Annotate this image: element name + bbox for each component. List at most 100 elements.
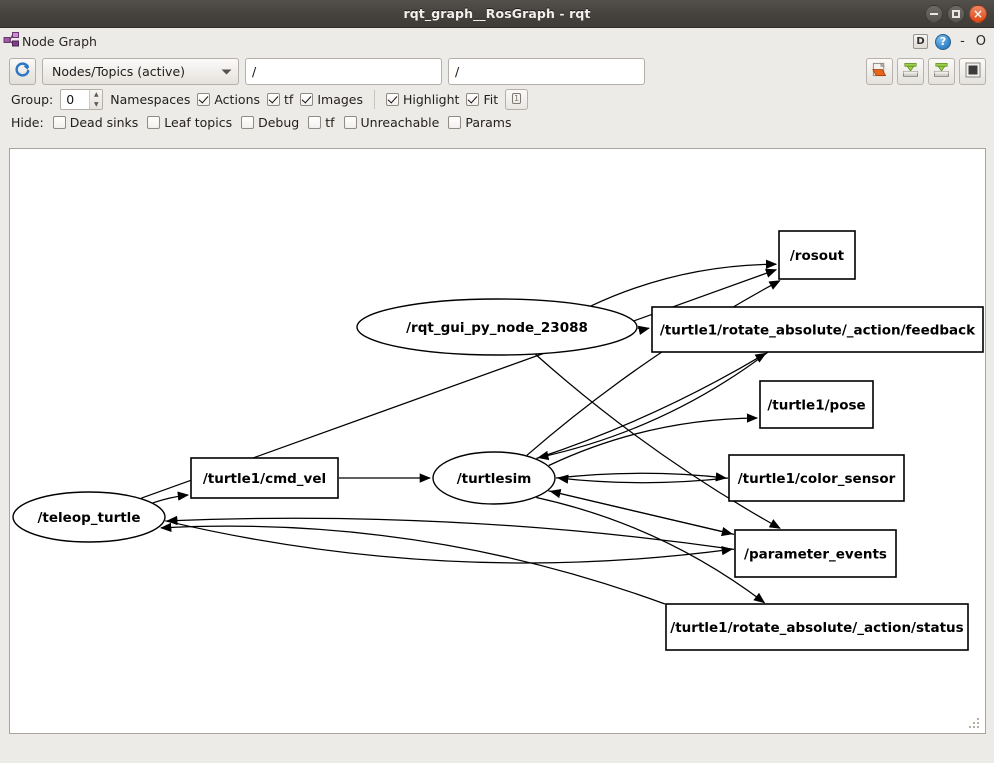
chevron-down-icon bbox=[221, 64, 232, 79]
graph-edge-rqt_gui-to-feedback[interactable] bbox=[638, 328, 649, 329]
params-label: Params bbox=[465, 115, 511, 130]
toggle-dark-button[interactable] bbox=[959, 58, 986, 85]
graph-node-turtlesim[interactable]: /turtlesim bbox=[433, 452, 555, 504]
plugin-actions: D ? - O bbox=[913, 34, 988, 50]
maximize-button[interactable] bbox=[947, 5, 965, 23]
graph-node-color_sensor[interactable]: /turtle1/color_sensor bbox=[729, 455, 904, 501]
images-label: Images bbox=[317, 92, 363, 107]
graph-node-status[interactable]: /turtle1/rotate_absolute/_action/status bbox=[666, 604, 968, 650]
graph-hide-row: Hide: Dead sinks Leaf topics Debug tf Un… bbox=[0, 110, 994, 130]
fit-checkbox[interactable] bbox=[466, 93, 479, 106]
save-dot-button[interactable] bbox=[897, 58, 924, 85]
help-icon[interactable]: ? bbox=[935, 34, 951, 50]
plugin-close-button[interactable]: O bbox=[974, 34, 988, 49]
images-checkbox[interactable] bbox=[300, 93, 313, 106]
toolbar-action-buttons bbox=[866, 58, 986, 85]
graph-toolbar: Nodes/Topics (active) / / bbox=[0, 55, 994, 85]
hide-tf-checkbox[interactable] bbox=[308, 116, 321, 129]
graph-node-feedback[interactable]: /turtle1/rotate_absolute/_action/feedbac… bbox=[652, 307, 983, 352]
save-image-icon bbox=[933, 62, 950, 82]
graph-node-label: /rqt_gui_py_node_23088 bbox=[406, 320, 588, 336]
folder-open-icon bbox=[871, 62, 888, 82]
spin-up-icon[interactable]: ▲ bbox=[90, 90, 102, 100]
checkbox-fit[interactable]: Fit bbox=[466, 92, 498, 107]
leaf-topics-checkbox[interactable] bbox=[147, 116, 160, 129]
graph-edge-status-to-teleop_turtle[interactable] bbox=[161, 526, 665, 604]
graph-edge-turtlesim-to-pose[interactable] bbox=[549, 418, 757, 466]
graph-node-pose[interactable]: /turtle1/pose bbox=[760, 381, 873, 428]
checkbox-images[interactable]: Images bbox=[300, 92, 363, 107]
checkbox-unreachable[interactable]: Unreachable bbox=[344, 115, 440, 130]
fit-label: Fit bbox=[483, 92, 498, 107]
graph-edge-turtlesim-to-feedback[interactable] bbox=[536, 353, 765, 458]
checkbox-debug[interactable]: Debug bbox=[241, 115, 299, 130]
node-filter-input[interactable]: / bbox=[448, 58, 645, 85]
graph-type-combo[interactable]: Nodes/Topics (active) bbox=[42, 58, 239, 85]
plugin-title-group: Node Graph bbox=[3, 31, 97, 52]
dead-sinks-checkbox[interactable] bbox=[53, 116, 66, 129]
graph-node-label: /rosout bbox=[790, 248, 845, 264]
checkbox-params[interactable]: Params bbox=[448, 115, 511, 130]
graph-node-label: /turtle1/rotate_absolute/_action/feedbac… bbox=[660, 323, 976, 339]
node-graph-icon bbox=[3, 31, 20, 52]
checkbox-tf[interactable]: tf bbox=[267, 92, 293, 107]
checkbox-leaf-topics[interactable]: Leaf topics bbox=[147, 115, 232, 130]
group-spinbox[interactable]: 0 ▲ ▼ bbox=[60, 89, 103, 110]
graph-node-rqt_gui[interactable]: /rqt_gui_py_node_23088 bbox=[357, 299, 637, 355]
zoom-reset-button[interactable]: 1 bbox=[505, 89, 528, 110]
refresh-button[interactable] bbox=[9, 58, 36, 85]
tf-checkbox[interactable] bbox=[267, 93, 280, 106]
dead-sinks-label: Dead sinks bbox=[70, 115, 139, 130]
graph-node-label: /turtlesim bbox=[457, 471, 532, 487]
graph-edge-rqt_gui-to-parameter_events[interactable] bbox=[536, 355, 780, 529]
highlight-label: Highlight bbox=[403, 92, 459, 107]
group-value: 0 bbox=[66, 92, 74, 107]
window-controls: × bbox=[925, 5, 987, 23]
actions-label: Actions bbox=[214, 92, 260, 107]
graph-node-rosout[interactable]: /rosout bbox=[779, 231, 855, 279]
graph-edge-feedback-to-turtlesim[interactable] bbox=[538, 352, 767, 457]
graph-edge-teleop_turtle-to-parameter_events[interactable] bbox=[165, 521, 732, 563]
minimize-button[interactable] bbox=[925, 5, 943, 23]
actions-checkbox[interactable] bbox=[197, 93, 210, 106]
graph-edge-teleop_turtle-to-cmd_vel[interactable] bbox=[153, 495, 188, 503]
graph-edge-turtlesim-to-color_sensor[interactable] bbox=[556, 473, 726, 478]
close-icon: × bbox=[973, 8, 983, 20]
close-button[interactable]: × bbox=[969, 5, 987, 23]
maximize-icon bbox=[952, 10, 960, 18]
params-checkbox[interactable] bbox=[448, 116, 461, 129]
topic-filter-input[interactable]: / bbox=[245, 58, 442, 85]
highlight-checkbox[interactable] bbox=[386, 93, 399, 106]
graph-node-label: /teleop_turtle bbox=[38, 510, 141, 526]
graph-node-teleop_turtle[interactable]: /teleop_turtle bbox=[13, 492, 165, 542]
checkbox-actions[interactable]: Actions bbox=[197, 92, 260, 107]
tf-label: tf bbox=[284, 92, 293, 107]
ros-graph-svg[interactable]: /teleop_turtle/rqt_gui_py_node_23088/tur… bbox=[10, 149, 985, 733]
debug-checkbox[interactable] bbox=[241, 116, 254, 129]
plugin-header: Node Graph D ? - O bbox=[0, 28, 994, 55]
namespaces-label: Namespaces bbox=[110, 92, 190, 107]
dock-button[interactable]: D bbox=[913, 34, 928, 49]
graph-edge-rqt_gui-to-rosout[interactable] bbox=[591, 264, 776, 306]
graph-node-parameter_events[interactable]: /parameter_events bbox=[735, 530, 896, 577]
spin-buttons[interactable]: ▲ ▼ bbox=[89, 90, 102, 109]
window-title: rqt_graph__RosGraph - rqt bbox=[403, 6, 590, 21]
save-image-button[interactable] bbox=[928, 58, 955, 85]
checkbox-highlight[interactable]: Highlight bbox=[386, 92, 459, 107]
graph-type-value: Nodes/Topics (active) bbox=[52, 64, 185, 79]
hide-tf-label: tf bbox=[325, 115, 334, 130]
unreachable-checkbox[interactable] bbox=[344, 116, 357, 129]
float-button[interactable]: - bbox=[958, 34, 967, 49]
graph-edge-parameter_events-to-turtlesim[interactable] bbox=[550, 491, 734, 534]
resize-grip[interactable] bbox=[967, 716, 981, 730]
checkbox-dead-sinks[interactable]: Dead sinks bbox=[53, 115, 139, 130]
hide-label: Hide: bbox=[11, 115, 44, 130]
ros-graph-canvas[interactable]: /teleop_turtle/rqt_gui_py_node_23088/tur… bbox=[9, 148, 986, 734]
debug-label: Debug bbox=[258, 115, 299, 130]
graph-node-cmd_vel[interactable]: /turtle1/cmd_vel bbox=[191, 458, 338, 498]
spin-down-icon[interactable]: ▼ bbox=[90, 100, 102, 110]
checkbox-hide-tf[interactable]: tf bbox=[308, 115, 334, 130]
load-dot-button[interactable] bbox=[866, 58, 893, 85]
plugin-title-label: Node Graph bbox=[22, 34, 97, 49]
graph-node-label: /turtle1/color_sensor bbox=[738, 471, 896, 487]
